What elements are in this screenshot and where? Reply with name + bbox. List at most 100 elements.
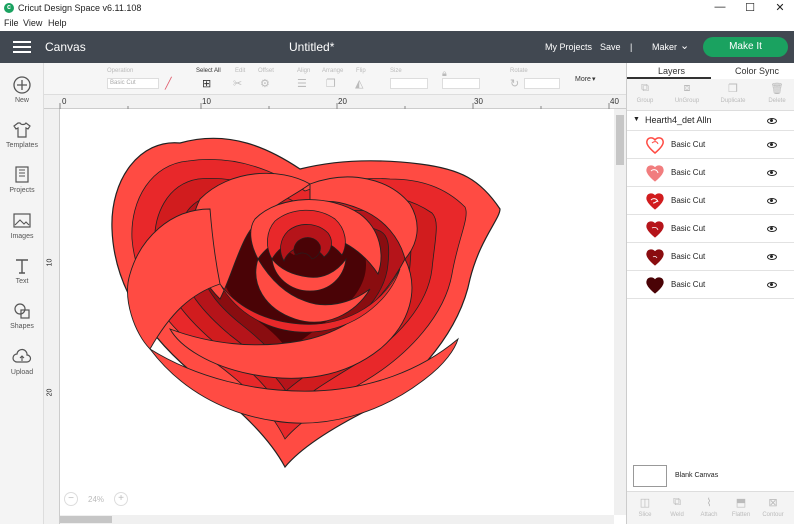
menu-view[interactable]: View <box>23 18 42 28</box>
image-icon <box>12 211 32 231</box>
machine-select[interactable]: Maker <box>652 42 677 52</box>
hamburger-menu-icon[interactable] <box>13 41 31 53</box>
shapes-icon <box>12 301 32 321</box>
layer-row[interactable]: Basic Cut <box>627 131 794 159</box>
flatten-button[interactable]: ⬒ Flatten <box>725 496 757 518</box>
layer-name: Basic Cut <box>671 196 706 205</box>
layer-row[interactable]: Basic Cut <box>627 215 794 243</box>
width-input[interactable] <box>390 78 428 89</box>
layer-row[interactable]: Basic Cut <box>627 271 794 299</box>
scrollbar-thumb[interactable] <box>616 115 624 165</box>
flatten-label: Flatten <box>731 512 751 518</box>
attach-button[interactable]: ⌇ Attach <box>693 496 725 518</box>
maximize-button[interactable]: ☐ <box>735 1 765 14</box>
layer-group-row[interactable]: ▼ Hearth4_det Alln <box>627 111 794 131</box>
eye-icon[interactable] <box>767 170 777 176</box>
my-projects-button[interactable]: My Projects <box>545 42 592 52</box>
layer-name: Basic Cut <box>671 168 706 177</box>
sidebar-item-projects[interactable]: Projects <box>0 165 44 194</box>
contour-icon: ⊠ <box>768 497 778 509</box>
minimize-button[interactable]: — <box>705 1 735 13</box>
more-button[interactable]: More <box>575 76 591 83</box>
sidebar-item-new[interactable]: New <box>0 75 44 104</box>
eye-icon[interactable] <box>767 282 777 288</box>
plus-circle-icon <box>12 75 32 95</box>
tab-layers[interactable]: Layers <box>658 66 685 76</box>
collapse-caret-icon[interactable]: ▼ <box>633 116 640 123</box>
projects-icon <box>12 165 32 185</box>
horizontal-scrollbar[interactable] <box>60 515 614 524</box>
menu-help[interactable]: Help <box>48 18 67 28</box>
sidebar-label-shapes: Shapes <box>10 323 34 330</box>
sidebar-item-shapes[interactable]: Shapes <box>0 301 44 330</box>
chevron-down-icon[interactable]: ⌄ <box>680 39 689 52</box>
blank-canvas-swatch[interactable] <box>633 465 667 487</box>
ruler-label: 10 <box>46 258 54 267</box>
eye-icon[interactable] <box>767 198 777 204</box>
close-button[interactable]: ✕ <box>765 1 794 14</box>
group-button[interactable]: ⧉ Group <box>627 82 663 104</box>
edit-label: Edit <box>235 68 246 74</box>
layer-name: Basic Cut <box>671 280 706 289</box>
zoom-in-button[interactable]: + <box>114 492 128 506</box>
layer-row[interactable]: Basic Cut <box>627 187 794 215</box>
sidebar-item-templates[interactable]: Templates <box>0 120 44 149</box>
eye-icon[interactable] <box>767 118 777 124</box>
section-title: Canvas <box>45 40 86 54</box>
layer-name: Basic Cut <box>671 224 706 233</box>
edit-button[interactable]: ✂ <box>233 77 242 90</box>
sidebar-label-templates: Templates <box>6 142 38 149</box>
layer-actions: ⧉ Group ⧈ UnGroup ❐ Duplicate 🗑︎ Delete <box>627 79 794 111</box>
rose-heart-design[interactable] <box>60 109 614 515</box>
select-all-button[interactable]: ⊞ <box>202 77 211 90</box>
eye-icon[interactable] <box>767 254 777 260</box>
save-button[interactable]: Save <box>600 42 621 52</box>
operation-select[interactable]: Basic Cut <box>107 78 159 89</box>
slice-button[interactable]: ◫ Slice <box>629 496 661 518</box>
ruler-label: 40 <box>610 97 619 106</box>
sidebar-item-upload[interactable]: Upload <box>0 347 44 376</box>
layer-thumbnail <box>646 221 664 238</box>
eye-icon[interactable] <box>767 142 777 148</box>
sidebar-item-images[interactable]: Images <box>0 211 44 240</box>
ungroup-button[interactable]: ⧈ UnGroup <box>669 82 705 104</box>
rotate-icon[interactable]: ↻ <box>510 77 519 90</box>
caret-down-icon[interactable]: ▾ <box>592 75 596 83</box>
eye-icon[interactable] <box>767 226 777 232</box>
flip-button[interactable]: ◭ <box>355 77 363 90</box>
sidebar-item-text[interactable]: Text <box>0 256 44 285</box>
layer-thumbnail <box>646 137 664 154</box>
contour-button[interactable]: ⊠ Contour <box>757 496 789 518</box>
tab-color-sync[interactable]: Color Sync <box>735 66 779 76</box>
sidebar-label-upload: Upload <box>10 369 34 376</box>
weld-button[interactable]: ⧉ Weld <box>661 496 693 518</box>
make-it-button[interactable]: Make It <box>703 37 788 57</box>
duplicate-icon: ❐ <box>728 83 738 95</box>
cricut-logo-icon: c <box>4 3 14 13</box>
layer-row[interactable]: Basic Cut <box>627 243 794 271</box>
ruler-vertical: 10 20 <box>44 109 60 524</box>
layer-row[interactable]: Basic Cut <box>627 159 794 187</box>
delete-button[interactable]: 🗑︎ Delete <box>759 82 794 104</box>
menu-file[interactable]: File <box>4 18 19 28</box>
height-input[interactable] <box>442 78 480 89</box>
arrange-label: Arrange <box>322 68 344 74</box>
arrange-button[interactable]: ❐ <box>326 77 336 90</box>
align-button[interactable]: ☰ <box>297 77 307 90</box>
ruler-label: 0 <box>62 97 67 106</box>
select-all-label: Select All <box>196 68 221 74</box>
rotate-input[interactable] <box>524 78 560 89</box>
duplicate-button[interactable]: ❐ Duplicate <box>715 82 751 104</box>
offset-button[interactable]: ⚙ <box>260 77 270 90</box>
trash-icon: 🗑︎ <box>770 83 784 95</box>
edit-toolbar: Operation Basic Cut ╱ Select All ⊞ Edit … <box>44 63 626 95</box>
design-canvas[interactable] <box>60 109 614 515</box>
scrollbar-thumb[interactable] <box>60 516 112 523</box>
zoom-out-button[interactable]: − <box>64 492 78 506</box>
attach-label: Attach <box>700 512 718 518</box>
contour-label: Contour <box>762 512 784 518</box>
sidebar-label-text: Text <box>15 278 29 285</box>
pen-icon[interactable]: ╱ <box>165 77 172 90</box>
paperclip-icon: ⌇ <box>706 497 712 509</box>
vertical-scrollbar[interactable] <box>614 109 626 515</box>
